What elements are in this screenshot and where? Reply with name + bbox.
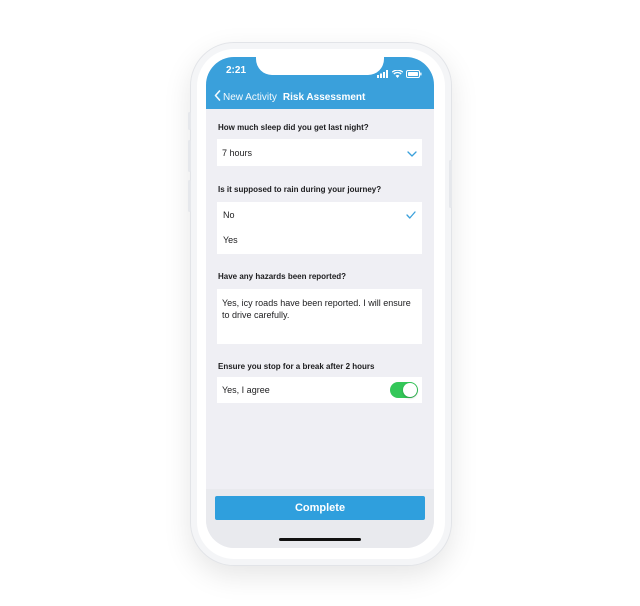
footer: Complete [206,489,434,548]
break-agree-label: Yes, I agree [222,385,270,395]
sleep-select[interactable]: 7 hours [217,139,422,166]
mute-switch [188,112,191,130]
back-chevron-icon [214,90,221,104]
rain-option-yes-label: Yes [223,234,238,245]
wifi-icon [391,65,404,83]
break-question-label: Ensure you stop for a break after 2 hour… [218,362,375,371]
complete-button[interactable]: Complete [215,496,425,520]
page-title: Risk Assessment [282,91,366,103]
status-icons [377,65,422,83]
chevron-down-icon [407,144,417,162]
sleep-select-value: 7 hours [222,147,253,158]
power-button [449,160,452,208]
back-button[interactable]: New Activity [214,90,277,104]
notch [256,57,384,75]
rain-question-label: Is it supposed to rain during your journ… [218,185,382,194]
toggle-knob [403,383,417,397]
rain-option-no-label: No [223,209,235,220]
battery-icon [406,65,422,83]
sleep-question-label: How much sleep did you get last night? [218,123,369,132]
checkmark-icon [406,206,416,224]
break-agree-row: Yes, I agree [217,377,422,403]
status-time: 2:21 [226,65,247,76]
hazards-question-label: Have any hazards been reported? [218,272,347,281]
hazards-textarea-value: Yes, icy roads have been reported. I wil… [222,298,411,320]
volume-up-button [188,140,191,172]
phone-screen: 2:21 New Activity Risk Assessment How mu… [206,57,434,548]
nav-bar: New Activity Risk Assessment [214,90,365,104]
rain-option-yes[interactable]: Yes [217,227,422,252]
break-agree-row-inner: Yes, I agree [217,377,422,403]
sleep-select-row: 7 hours [217,139,422,166]
hazards-textarea[interactable]: Yes, icy roads have been reported. I wil… [217,289,422,344]
home-indicator [279,538,361,541]
break-agree-toggle[interactable] [390,382,418,398]
app-header: 2:21 New Activity Risk Assessment [206,57,434,109]
volume-down-button [188,180,191,212]
rain-option-no[interactable]: No [217,202,422,227]
rain-options: No Yes [217,202,422,254]
signal-icon [377,65,389,83]
back-label: New Activity [223,91,277,103]
